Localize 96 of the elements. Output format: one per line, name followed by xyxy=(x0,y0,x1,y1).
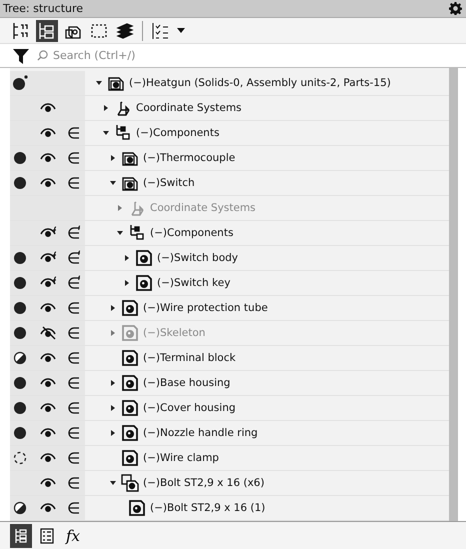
eye-icon[interactable] xyxy=(40,151,58,165)
tree-item[interactable]: (−)Heatgun (Solids-0, Assembly units-2, Parts-15) xyxy=(129,77,391,89)
state-dot-icon xyxy=(12,325,28,341)
search-icon xyxy=(37,50,48,61)
eye-icon[interactable] xyxy=(40,101,58,115)
expand-arrow-icon[interactable] xyxy=(110,430,116,436)
element-of-icon[interactable] xyxy=(67,250,81,266)
tree-item[interactable]: (−)Wire clamp xyxy=(143,452,219,464)
search-field[interactable]: Search (Ctrl+/) xyxy=(53,49,458,62)
state-dot-icon xyxy=(12,175,28,191)
collapse-arrow-icon[interactable] xyxy=(117,230,123,236)
element-of-icon[interactable] xyxy=(67,425,81,441)
tree-item[interactable]: (−)Components xyxy=(150,227,234,239)
element-of-icon[interactable] xyxy=(67,175,81,191)
tree-item[interactable]: (−)Thermocouple xyxy=(143,152,236,164)
tree-item[interactable]: (−)Switch key xyxy=(157,277,230,289)
eye-icon[interactable] xyxy=(40,276,58,290)
collapse-arrow-icon[interactable] xyxy=(96,80,102,86)
state-dot-icon xyxy=(12,300,28,316)
formula-tab[interactable]: fx xyxy=(62,524,84,548)
components-icon xyxy=(114,124,132,142)
part-icon xyxy=(128,499,146,517)
state-dot-icon xyxy=(12,425,28,441)
expand-arrow-icon[interactable] xyxy=(110,380,116,386)
components-icon xyxy=(128,224,146,242)
expand-arrow-icon[interactable] xyxy=(124,280,130,286)
part-icon xyxy=(121,374,139,392)
expand-arrow-icon[interactable] xyxy=(110,405,116,411)
state-dot-icon xyxy=(12,350,28,366)
eye-icon[interactable] xyxy=(40,476,58,490)
tree-item[interactable]: (−)Nozzle handle ring xyxy=(143,427,258,439)
part-icon xyxy=(121,399,139,417)
collapse-arrow-icon[interactable] xyxy=(103,130,109,136)
eye-icon[interactable] xyxy=(40,451,58,465)
state-dot-icon xyxy=(12,250,28,266)
window-title: Tree: structure xyxy=(3,2,84,15)
tree-item[interactable]: (−)Cover housing xyxy=(143,402,236,414)
element-of-icon[interactable] xyxy=(67,300,81,316)
part-icon xyxy=(121,299,139,317)
tree-item[interactable]: (−)Components xyxy=(136,127,220,139)
element-of-icon[interactable] xyxy=(67,275,81,291)
part-icon xyxy=(135,274,153,292)
state-dot-icon xyxy=(12,400,28,416)
collapse-arrow-icon[interactable] xyxy=(110,180,116,186)
element-of-icon[interactable] xyxy=(67,400,81,416)
caret-icon[interactable] xyxy=(177,28,185,33)
element-of-icon[interactable] xyxy=(67,325,81,341)
element-of-icon[interactable] xyxy=(67,500,81,516)
state-marker-icon xyxy=(12,75,28,91)
eye-icon[interactable] xyxy=(40,376,58,390)
tree-item[interactable]: (−)Base housing xyxy=(143,377,230,389)
tree-item[interactable]: (−)Terminal block xyxy=(143,352,236,364)
eye-icon[interactable] xyxy=(40,401,58,415)
part-icon xyxy=(121,449,139,467)
part-icon xyxy=(135,249,153,267)
collapse-arrow-icon[interactable] xyxy=(110,480,116,486)
state-dot-icon xyxy=(12,500,28,516)
settings-icon[interactable] xyxy=(449,2,462,15)
element-of-icon[interactable] xyxy=(67,375,81,391)
tree-item[interactable]: (−)Switch body xyxy=(157,252,238,264)
eye-icon[interactable] xyxy=(40,301,58,315)
part-icon xyxy=(121,324,139,342)
element-of-icon[interactable] xyxy=(67,450,81,466)
state-dot-icon xyxy=(12,375,28,391)
eye-icon[interactable] xyxy=(40,226,58,240)
part-icon xyxy=(121,424,139,442)
tree-item[interactable]: (−)Bolt ST2,9 x 16 (x6) xyxy=(143,477,264,489)
tree-item[interactable]: (−)Bolt ST2,9 x 16 (1) xyxy=(150,502,266,514)
part-group-icon xyxy=(121,474,139,492)
eye-icon[interactable] xyxy=(40,251,58,265)
crossed-eye-icon[interactable] xyxy=(40,326,58,340)
state-dot-icon xyxy=(12,450,28,466)
eye-icon[interactable] xyxy=(40,351,58,365)
expand-arrow-icon[interactable] xyxy=(103,105,109,111)
element-of-icon[interactable] xyxy=(67,150,81,166)
state-dot-icon xyxy=(12,275,28,291)
eye-icon[interactable] xyxy=(40,501,58,515)
expand-arrow-icon[interactable] xyxy=(110,155,116,161)
expand-arrow-icon[interactable] xyxy=(110,305,116,311)
filter-icon[interactable] xyxy=(13,48,29,64)
state-dot-icon xyxy=(12,150,28,166)
tree-structure-icon[interactable] xyxy=(36,20,58,42)
expand-arrow-icon[interactable] xyxy=(124,255,130,261)
eye-icon[interactable] xyxy=(40,426,58,440)
element-of-icon[interactable] xyxy=(67,225,81,241)
eye-icon[interactable] xyxy=(40,126,58,140)
scrollbar-thumb[interactable] xyxy=(449,68,458,521)
tree-item[interactable]: Coordinate Systems xyxy=(136,102,242,114)
part-icon xyxy=(121,349,139,367)
tree-tab-icon[interactable] xyxy=(10,524,32,548)
element-of-icon[interactable] xyxy=(67,125,81,141)
element-of-icon[interactable] xyxy=(67,475,81,491)
tree-item[interactable]: (−)Switch xyxy=(143,177,195,189)
element-of-icon[interactable] xyxy=(67,350,81,366)
tree-item[interactable]: (−)Wire protection tube xyxy=(143,302,268,314)
eye-icon[interactable] xyxy=(40,176,58,190)
